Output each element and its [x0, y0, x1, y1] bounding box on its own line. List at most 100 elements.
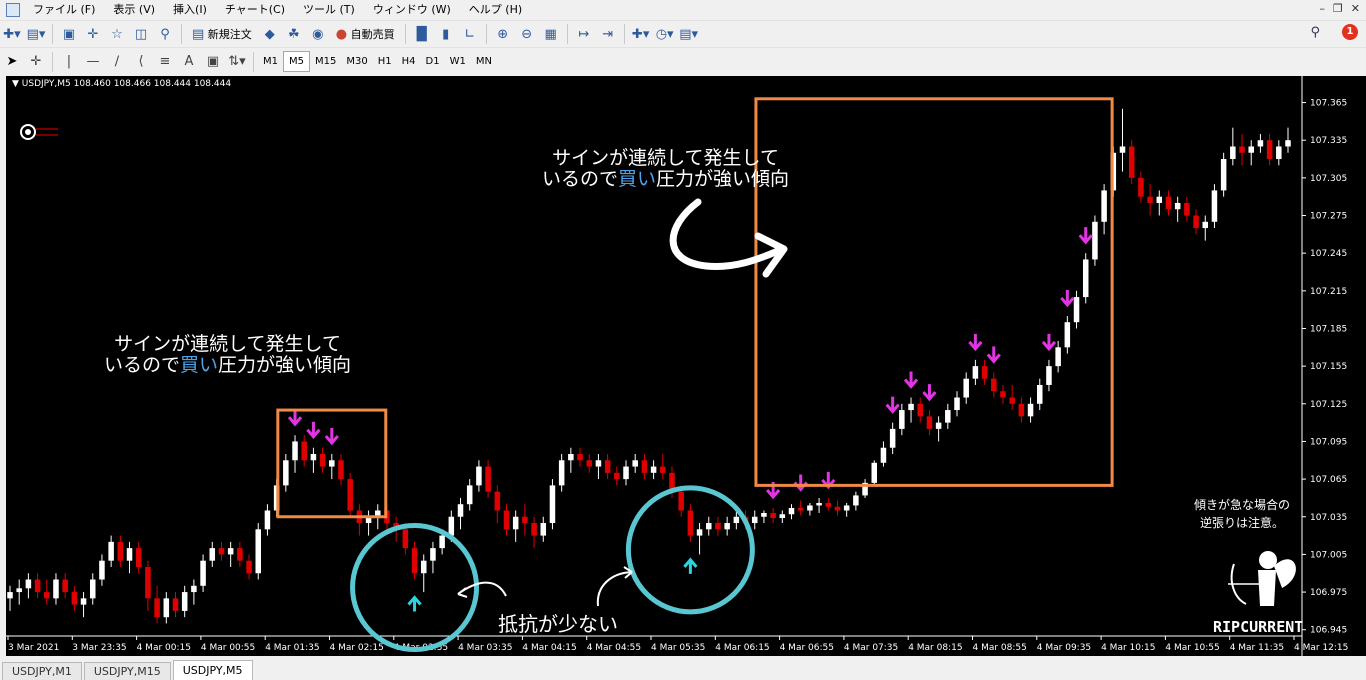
- cursor-icon[interactable]: ➤: [2, 52, 22, 72]
- chart-tab-2[interactable]: USDJPY,M5: [172, 660, 253, 680]
- candle-body: [604, 460, 611, 473]
- time-label: 4 Mar 04:55: [587, 643, 641, 653]
- arrows-icon[interactable]: ⇅▾: [227, 52, 247, 72]
- navigator-icon[interactable]: ☆: [107, 24, 127, 44]
- text-icon[interactable]: A: [179, 52, 199, 72]
- timeframe-m5[interactable]: M5: [283, 51, 310, 72]
- chart-tab-0[interactable]: USDJPY,M1: [2, 662, 82, 680]
- annotation-resistance: 抵抗が少ない: [498, 612, 618, 636]
- timeframe-m30[interactable]: M30: [341, 52, 372, 71]
- zoom-in-icon[interactable]: ⊕: [493, 24, 513, 44]
- auto-trade-button[interactable]: ● 自動売買: [332, 24, 399, 44]
- toolbar-separator: [52, 51, 53, 72]
- horizontal-line-icon[interactable]: —: [83, 52, 103, 72]
- indicators-icon[interactable]: ✚▾: [631, 24, 651, 44]
- menu-item-2[interactable]: 挿入(I): [164, 0, 216, 20]
- symbol-dropdown-icon[interactable]: ▼: [12, 79, 19, 89]
- menu-item-0[interactable]: ファイル (F): [24, 0, 104, 20]
- auto-trade-label: 自動売買: [350, 28, 395, 41]
- candle-body: [1009, 397, 1015, 404]
- candle-body: [1184, 202, 1190, 216]
- line-chart-icon[interactable]: ∟: [460, 24, 480, 44]
- menu-item-4[interactable]: ツール (T): [294, 0, 364, 20]
- bar-chart-icon[interactable]: █: [412, 24, 432, 44]
- candle-body: [1119, 146, 1126, 153]
- pointer-arrowhead-left: [457, 587, 468, 598]
- terminal-icon[interactable]: ◫: [131, 24, 151, 44]
- candle-body: [1018, 403, 1025, 417]
- menu-item-3[interactable]: チャート(C): [216, 0, 294, 20]
- time-label: 4 Mar 10:15: [1101, 643, 1155, 653]
- signal-down-shape: [1041, 333, 1057, 352]
- candle-body: [255, 529, 262, 574]
- time-label: 4 Mar 01:35: [265, 643, 319, 653]
- signal-up-arrow: [407, 595, 422, 612]
- candle-body: [181, 592, 188, 611]
- tile-windows-icon[interactable]: ▦: [541, 24, 561, 44]
- signal-down-shape: [324, 428, 339, 446]
- candle-body: [411, 548, 418, 574]
- profiles-icon[interactable]: ▤▾: [26, 24, 46, 44]
- text-label-icon[interactable]: ▣: [203, 52, 223, 72]
- candle-body: [788, 507, 795, 515]
- candle-body: [531, 523, 537, 536]
- fibonacci-icon[interactable]: ≡: [155, 52, 175, 72]
- vertical-line-icon[interactable]: |: [59, 52, 79, 72]
- signal-down-arrow: [1078, 227, 1093, 245]
- candle-body: [1027, 403, 1034, 417]
- close-icon[interactable]: ✕: [1351, 2, 1360, 15]
- search-icon[interactable]: ⚲: [1310, 25, 1320, 40]
- new-order-button[interactable]: ▤ 新規注文: [188, 24, 256, 44]
- candle-body: [595, 460, 602, 467]
- timeframe-mn[interactable]: MN: [471, 52, 497, 71]
- candlestick-icon[interactable]: ▮: [436, 24, 456, 44]
- candle-body: [1064, 322, 1071, 348]
- chart-tab-1[interactable]: USDJPY,M15: [83, 662, 171, 680]
- annotation-right-line1: サインが連続して発生して: [552, 147, 779, 169]
- menu-item-5[interactable]: ウィンドウ (W): [364, 0, 460, 20]
- candle-body: [154, 598, 160, 618]
- metaeditor-icon[interactable]: ◆: [260, 24, 280, 44]
- minimize-icon[interactable]: –: [1319, 2, 1325, 15]
- crosshair-icon[interactable]: ✛: [26, 52, 46, 72]
- notification-badge[interactable]: 1: [1342, 24, 1358, 40]
- experts-icon[interactable]: ☘: [284, 24, 304, 44]
- candle-body: [62, 579, 68, 593]
- restore-icon[interactable]: ❐: [1333, 2, 1343, 15]
- menu-item-1[interactable]: 表示 (V): [104, 0, 164, 20]
- candle-body: [908, 403, 914, 411]
- candle-body: [117, 541, 124, 561]
- menu-item-6[interactable]: ヘルプ (H): [460, 0, 531, 20]
- signal-down-arrow: [986, 346, 1001, 364]
- trendline-icon[interactable]: ∕: [107, 52, 127, 72]
- new-chart-icon[interactable]: ✚▾: [2, 24, 22, 44]
- templates-icon[interactable]: ▤▾: [679, 24, 699, 44]
- channel-icon[interactable]: ⟨: [131, 52, 151, 72]
- candle-body: [1165, 196, 1172, 210]
- annotation-note: 傾きが急な場合の 逆張りは注意。: [1194, 496, 1290, 532]
- autoscroll-icon[interactable]: ↦: [574, 24, 594, 44]
- signal-down-arrow: [1060, 289, 1075, 308]
- periods-icon[interactable]: ◷▾: [655, 24, 675, 44]
- timeframe-m1[interactable]: M1: [258, 52, 283, 71]
- signal-down-arrow: [306, 421, 321, 440]
- chart-shift-icon[interactable]: ⇥: [598, 24, 618, 44]
- candle-body: [797, 507, 804, 511]
- timeframe-m15[interactable]: M15: [310, 52, 341, 71]
- timeframe-h1[interactable]: H1: [373, 52, 397, 71]
- market-watch-icon[interactable]: ▣: [59, 24, 79, 44]
- standard-toolbar: ✚▾ ▤▾ ▣ ✛ ☆ ◫ ⚲ ▤ 新規注文 ◆ ☘ ◉ ● 自動売買 █ ▮ …: [0, 20, 1366, 47]
- chart-window[interactable]: 107.365 107.335 107.305 107.275 107.245 107.2…: [6, 76, 1366, 656]
- candle-body: [1248, 146, 1254, 153]
- timeframe-w1[interactable]: W1: [445, 52, 471, 71]
- price-label: 106.975: [1310, 588, 1347, 598]
- data-window-icon[interactable]: ✛: [83, 24, 103, 44]
- signals-icon[interactable]: ◉: [308, 24, 328, 44]
- timeframe-h4[interactable]: H4: [397, 52, 421, 71]
- candle-body: [338, 460, 344, 480]
- signal-down-shape: [968, 333, 983, 352]
- zoom-out-icon[interactable]: ⊖: [517, 24, 537, 44]
- candle-body: [825, 502, 832, 507]
- strategy-tester-icon[interactable]: ⚲: [155, 24, 175, 44]
- timeframe-d1[interactable]: D1: [421, 52, 445, 71]
